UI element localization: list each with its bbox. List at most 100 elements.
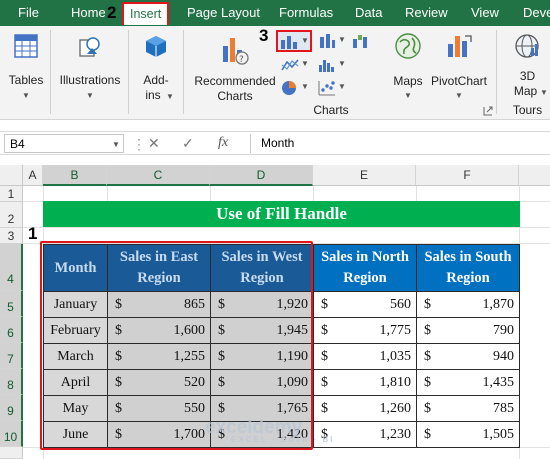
row-header-9[interactable]: 9 (0, 395, 23, 421)
tab-home[interactable]: Home (71, 5, 106, 20)
north-cell[interactable]: $1,775 (313, 317, 417, 344)
gridline (416, 186, 417, 201)
insert-line-chart-button[interactable]: ▼ (281, 56, 309, 74)
formula-bar: B4 ▼ ⋮ ✕ ✓ fx Month (0, 131, 550, 155)
tables-button[interactable]: Tables ▼ (8, 34, 44, 109)
name-box[interactable]: B4 (4, 134, 124, 153)
currency-symbol: $ (424, 427, 431, 442)
header-north[interactable]: Sales in North Region (313, 244, 417, 292)
insert-scatter-chart-button[interactable]: ▼ (318, 79, 346, 97)
more-options-icon: ⋮ (132, 136, 146, 152)
pie-chart-icon (282, 81, 296, 95)
charts-dialog-launcher-icon[interactable] (483, 106, 493, 116)
tab-review[interactable]: Review (405, 5, 448, 20)
insert-function-icon[interactable]: fx (218, 135, 228, 151)
row-header-8[interactable]: 8 (0, 369, 23, 395)
chevron-down-icon: ▼ (404, 91, 412, 100)
row-header-10[interactable]: 10 (0, 421, 23, 447)
row-header-4[interactable]: 4 (0, 244, 23, 291)
ribbon-separator (496, 30, 497, 114)
south-cell[interactable]: $1,870 (416, 291, 520, 318)
cancel-icon[interactable]: ✕ (148, 135, 160, 152)
north-cell[interactable]: $1,810 (313, 369, 417, 396)
3d-map-button[interactable]: 3D Map ▼ (505, 32, 550, 102)
row-header-6[interactable]: 6 (0, 317, 23, 343)
step-label-1: 1 (28, 224, 38, 243)
formula-buttons: ⋮ ✕ ✓ fx (128, 134, 246, 153)
column-header-e[interactable]: E (313, 165, 416, 186)
currency-symbol: $ (321, 375, 328, 390)
insert-column-bar-chart-button[interactable]: ▼ (276, 30, 312, 52)
formula-input[interactable]: Month (250, 134, 550, 153)
tab-page-layout[interactable]: Page Layout (187, 5, 260, 20)
tours-group-label: Tours (512, 103, 543, 117)
addins-cube-icon (146, 36, 166, 57)
sheet-title[interactable]: Use of Fill Handle (43, 201, 520, 227)
recommended-charts-icon: ? (223, 38, 249, 65)
chevron-down-icon: ▼ (540, 88, 548, 97)
pivotchart-label: PivotChart (430, 74, 488, 88)
gridline (23, 227, 550, 228)
south-cell[interactable]: $1,505 (416, 421, 520, 448)
north-cell[interactable]: $1,035 (313, 343, 417, 370)
maps-button[interactable]: Maps ▼ (388, 32, 428, 100)
row-header-5[interactable]: 5 (0, 291, 23, 317)
south-amount: 1,870 (482, 297, 515, 312)
tab-insert[interactable]: Insert (122, 2, 170, 25)
insert-pie-chart-button[interactable]: ▼ (281, 79, 309, 97)
column-header-g[interactable] (519, 165, 550, 186)
select-all-corner[interactable] (0, 165, 23, 186)
row-header-1[interactable]: 1 (0, 186, 23, 202)
row-header-7[interactable]: 7 (0, 343, 23, 369)
ribbon-separator (128, 30, 129, 114)
pivotchart-button[interactable]: PivotChart ▼ (430, 32, 488, 100)
3d-map-globe-icon (515, 34, 539, 58)
tab-formulas[interactable]: Formulas (279, 5, 333, 20)
column-header-d[interactable]: D (210, 165, 313, 186)
hierarchy-chart-icon (320, 34, 335, 48)
confirm-icon[interactable]: ✓ (182, 135, 194, 152)
table-icon (14, 34, 38, 58)
south-amount: 1,505 (482, 427, 515, 442)
watermark: exceldemy EXCEL · DATA · BI (205, 417, 334, 444)
currency-symbol: $ (321, 401, 328, 416)
tab-view[interactable]: View (471, 5, 499, 20)
chevron-down-icon[interactable]: ▼ (112, 140, 120, 149)
chevron-down-icon: ▼ (22, 91, 30, 100)
addins-button[interactable]: Add- ins ▼ (136, 34, 176, 109)
column-header-f[interactable]: F (416, 165, 519, 186)
column-header-c[interactable]: C (107, 165, 210, 186)
worksheet-grid: A B C D E F 1 2 3 4 5 6 7 8 9 10 Use of … (0, 165, 550, 459)
maps-label: Maps (393, 74, 423, 88)
south-amount: 785 (493, 401, 514, 416)
gridline (210, 186, 211, 201)
tab-data[interactable]: Data (355, 5, 382, 20)
ribbon-separator (183, 30, 184, 114)
north-amount: 1,810 (379, 375, 412, 390)
insert-statistic-chart-button[interactable] (352, 32, 376, 50)
row-header-11[interactable] (0, 447, 23, 459)
tab-developer[interactable]: Deve (523, 5, 550, 20)
tab-file[interactable]: File (18, 5, 39, 20)
watermark-tagline: EXCEL · DATA · BI (231, 435, 335, 444)
chevron-down-icon: ▼ (301, 36, 309, 45)
insert-statistic-histogram-button[interactable]: ▼ (318, 56, 346, 74)
currency-symbol: $ (321, 297, 328, 312)
row-header-3[interactable]: 3 (0, 228, 23, 244)
ribbon: Tables ▼ Illustrations ▼ Add- ins ▼ ? Re… (0, 26, 550, 120)
row-header-2[interactable]: 2 (0, 202, 23, 228)
south-cell[interactable]: $1,435 (416, 369, 520, 396)
column-header-a[interactable]: A (23, 165, 43, 186)
south-cell[interactable]: $790 (416, 317, 520, 344)
header-south[interactable]: Sales in South Region (416, 244, 520, 292)
illustrations-button[interactable]: Illustrations ▼ (57, 34, 123, 109)
column-header-b[interactable]: B (43, 165, 107, 186)
south-cell[interactable]: $785 (416, 395, 520, 422)
chevron-down-icon: ▼ (86, 91, 94, 100)
south-cell[interactable]: $940 (416, 343, 520, 370)
currency-symbol: $ (321, 349, 328, 364)
north-cell[interactable]: $560 (313, 291, 417, 318)
insert-hierarchy-chart-button[interactable]: ▼ (318, 32, 346, 50)
north-amount: 1,230 (379, 427, 412, 442)
north-amount: 560 (390, 297, 411, 312)
